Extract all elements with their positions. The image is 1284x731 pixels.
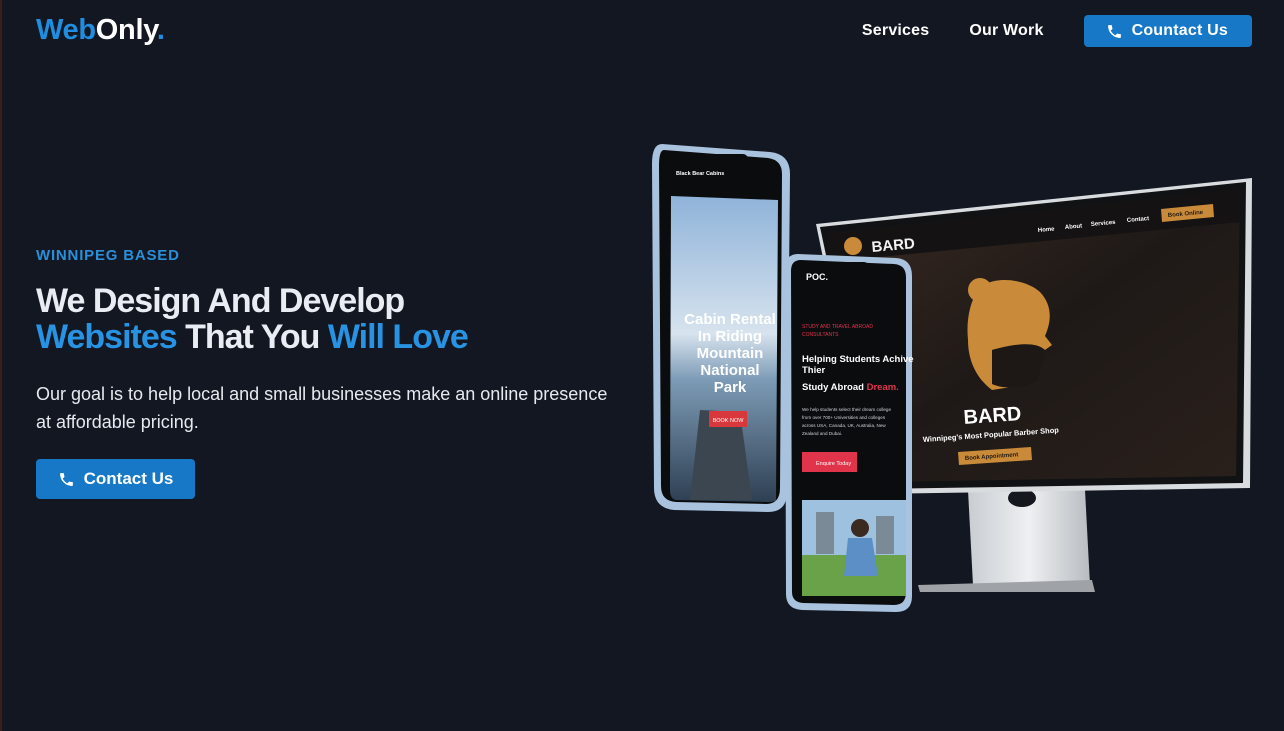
device-mockups: BARD Home About Services Contact Book On… (640, 140, 1260, 620)
phone2-heading-2: Thier (802, 365, 826, 376)
logo-part-only: Only (95, 14, 157, 46)
barber-head-illustration (967, 278, 1052, 390)
hero-eyebrow: WINNIPEG BASED (36, 247, 180, 264)
student-photo (802, 500, 906, 596)
hero-contact-button[interactable]: Contact Us (36, 459, 195, 499)
phone-1: Black Bear Cabins Cabin Rental In Riding… (652, 144, 790, 512)
monitor-hero-brand: BARD (963, 403, 1022, 429)
phone2-heading-3: Study Abroad Dream. (802, 382, 899, 393)
headline-middle: That You (176, 318, 328, 356)
hero-contact-label: Contact Us (83, 469, 174, 488)
top-nav: Services Our Work Countact Us (862, 15, 1252, 47)
phone2-body-4: Zealand and Dubai. (802, 431, 842, 436)
headline-accent-will-love: Will Love (327, 318, 469, 356)
headline-line-1: We Design And Develop (36, 282, 405, 320)
window-edge (0, 0, 2, 731)
phone2-heading-3-text: Study Abroad (802, 382, 864, 393)
phone2-heading-accent: Dream. (867, 382, 899, 393)
hero-headline: We Design And Develop Websites That You … (36, 282, 469, 356)
logo-part-web: Web (36, 14, 96, 46)
phone2-brand: POC. (806, 272, 828, 282)
phone-2: POC. STUDY AND TRAVEL ABROAD CONSULTANTS… (785, 254, 914, 612)
barber-logo-icon (844, 237, 862, 255)
header-contact-button[interactable]: Countact Us (1083, 15, 1252, 47)
phone1-book-now: BOOK NOW (713, 418, 745, 424)
phone2-body-1: We help students select their dream coll… (802, 407, 891, 412)
nav-link-services[interactable]: Services (862, 22, 929, 40)
monitor-stand (918, 489, 1095, 592)
phone1-heading-1: Cabin Rental (684, 311, 776, 328)
phone1-heading-3: Mountain (697, 345, 764, 362)
phone1-heading-2: In Riding (698, 328, 762, 345)
phone1-heading-5: Park (714, 379, 747, 396)
hero-lead: Our goal is to help local and small busi… (36, 384, 608, 432)
logo[interactable]: WebOnly. (36, 14, 165, 47)
nav-link-our-work[interactable]: Our Work (969, 22, 1043, 40)
phone2-heading-1: Helping Students Achive (802, 354, 914, 365)
phone2-body-3: across USA, Canada, UK, Australia, New (802, 423, 886, 428)
logo-dot: . (156, 14, 165, 46)
phone-icon (1107, 24, 1121, 38)
headline-line-2: Websites That You Will Love (36, 318, 469, 356)
phone2-eyebrow-1: STUDY AND TRAVEL ABROAD (802, 324, 873, 330)
header-contact-label: Countact Us (1131, 22, 1228, 39)
phone-icon (59, 472, 73, 486)
headline-accent-websites: Websites (36, 318, 178, 356)
phone2-eyebrow-2: CONSULTANTS (802, 332, 839, 338)
phone1-brand: Black Bear Cabins (676, 171, 724, 177)
phone2-enquire-button: Enquire Today (816, 461, 851, 467)
phone1-heading-4: National (700, 362, 759, 379)
phone2-body-2: from over 700+ Universities and colleges (802, 415, 886, 420)
